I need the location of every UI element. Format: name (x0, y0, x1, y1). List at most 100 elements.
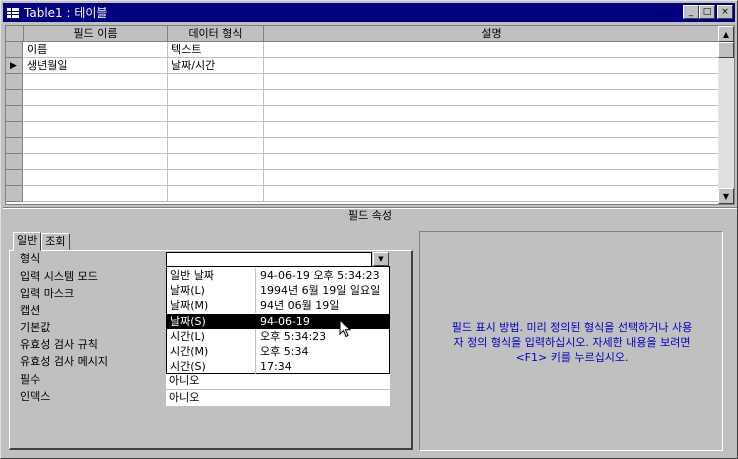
grid-vertical-scrollbar[interactable]: ▲ ▼ (718, 26, 734, 204)
column-divider (255, 298, 256, 314)
format-example: 1994년 6월 19일 일요일 (260, 284, 381, 298)
dropdown-option[interactable]: 날짜(M) 94년 06월 19일 (167, 298, 389, 314)
table-cell-name[interactable]: 생년월일 (24, 58, 168, 74)
table-cell-name[interactable] (24, 138, 168, 154)
field-properties-header: 필드 속성 (348, 209, 392, 222)
column-divider (255, 268, 256, 283)
table-cell-type[interactable] (168, 90, 264, 106)
table-cell-type[interactable]: 텍스트 (168, 42, 264, 58)
table-cell-type[interactable] (168, 122, 264, 138)
table-cell-type[interactable] (168, 106, 264, 122)
property-label: 형식 (20, 252, 41, 265)
column-divider (255, 313, 256, 329)
format-name: 날짜(S) (170, 314, 206, 328)
maximize-button[interactable]: □ (699, 5, 715, 19)
row-selector[interactable] (6, 42, 23, 58)
table-cell-name[interactable] (24, 106, 168, 122)
row-selector[interactable] (6, 170, 23, 186)
table-cell-type[interactable] (168, 138, 264, 154)
table-cell-desc[interactable] (264, 138, 720, 154)
dropdown-option[interactable]: 일반 날짜 94-06-19 오후 5:34:23 (167, 268, 389, 283)
format-name: 일반 날짜 (170, 269, 214, 282)
table-cell-name[interactable] (24, 122, 168, 138)
table-cell-type[interactable] (168, 74, 264, 90)
chevron-down-icon: ▼ (378, 255, 384, 263)
format-dropdown-button[interactable]: ▼ (373, 252, 389, 266)
table-cell-type[interactable] (168, 186, 264, 202)
row-selector[interactable] (6, 186, 23, 202)
minimize-icon: _ (688, 6, 694, 17)
format-example: 94년 06월 19일 (260, 299, 340, 313)
field-grid[interactable]: 필드 이름 데이터 형식 설명 이름 텍스트 ▶ 생년월일 날짜/시간 ▲ ▼ (5, 25, 735, 205)
property-label: 필수 (20, 373, 41, 386)
dropdown-option[interactable]: 날짜(L) 1994년 6월 19일 일요일 (167, 283, 389, 299)
table-cell-name[interactable] (24, 74, 168, 90)
scroll-up-button[interactable]: ▲ (718, 26, 734, 42)
format-example: 오후 5:34 (260, 345, 309, 358)
dropdown-option[interactable]: 시간(M) 오후 5:34 (167, 344, 389, 359)
row-selector[interactable] (6, 154, 23, 170)
row-selector[interactable] (6, 122, 23, 138)
table-cell-desc[interactable] (264, 106, 720, 122)
table-cell-desc[interactable] (264, 170, 720, 186)
format-name: 시간(M) (170, 345, 209, 358)
property-value-field[interactable]: 아니오 (166, 390, 390, 406)
format-name: 시간(L) (170, 329, 205, 343)
table-cell-name[interactable] (24, 170, 168, 186)
tab-lookup[interactable]: 조회 (41, 233, 70, 250)
column-header-field-name: 필드 이름 (24, 26, 168, 42)
dropdown-option[interactable]: 시간(L) 오후 5:34:23 (167, 328, 389, 344)
row-selector[interactable]: ▶ (6, 58, 23, 74)
scroll-thumb[interactable] (718, 42, 734, 58)
property-label: 캡션 (20, 304, 41, 317)
table-cell-desc[interactable] (264, 74, 720, 90)
table-cell-type[interactable] (168, 154, 264, 170)
property-tabs: 일반 조회 (13, 232, 70, 251)
column-divider (255, 283, 256, 299)
column-divider (255, 328, 256, 344)
help-text-line: 자 정의 형식을 입력하십시오. 자세한 내용을 보려면 (453, 336, 691, 349)
scroll-up-icon: ▲ (722, 29, 730, 39)
table-cell-desc[interactable] (264, 90, 720, 106)
title-bar[interactable]: Table1 : 테이블 _ □ × (3, 3, 735, 22)
table-cell-desc[interactable] (264, 58, 720, 74)
row-selector[interactable] (6, 106, 23, 122)
table-cell-desc[interactable] (264, 186, 720, 202)
tab-general[interactable]: 일반 (13, 232, 42, 251)
row-selector[interactable] (6, 74, 23, 90)
column-divider (255, 344, 256, 359)
property-label: 기본값 (20, 321, 51, 334)
table-cell-name[interactable] (24, 186, 168, 202)
format-name: 시간(S) (170, 360, 206, 374)
table-cell-name[interactable]: 이름 (24, 42, 168, 58)
scroll-down-icon: ▼ (722, 191, 730, 201)
format-example: 17:34 (260, 360, 292, 374)
property-value-field[interactable]: 아니오 (166, 373, 390, 389)
row-selector[interactable] (6, 90, 23, 106)
table-cell-name[interactable] (24, 154, 168, 170)
help-text: 필드 표시 방법. 미리 정의된 형식을 선택하거나 사용 자 정의 형식을 입… (426, 320, 718, 365)
maximize-icon: □ (702, 6, 712, 17)
format-dropdown-list[interactable]: 일반 날짜 94-06-19 오후 5:34:23 날짜(L) 1994년 6월 19… (166, 266, 390, 375)
mouse-cursor-icon (339, 319, 352, 338)
table-cell-type[interactable] (168, 170, 264, 186)
property-label: 입력 시스템 모드 (20, 270, 98, 283)
grid-corner (6, 26, 24, 42)
table-cell-name[interactable] (24, 90, 168, 106)
dropdown-option[interactable]: 날짜(S) 94-06-19 (167, 313, 389, 329)
close-icon: × (721, 6, 729, 17)
table-cell-desc[interactable] (264, 42, 720, 58)
table-cell-desc[interactable] (264, 154, 720, 170)
window-title: Table1 : 테이블 (24, 6, 108, 20)
dropdown-option[interactable]: 시간(S) 17:34 (167, 359, 389, 375)
close-button[interactable]: × (717, 5, 733, 19)
minimize-button[interactable]: _ (683, 5, 699, 19)
scroll-down-button[interactable]: ▼ (718, 188, 734, 204)
table-cell-type[interactable]: 날짜/시간 (168, 58, 264, 74)
table-cell-desc[interactable] (264, 122, 720, 138)
column-header-description: 설명 (264, 26, 720, 42)
help-text-line: 필드 표시 방법. 미리 정의된 형식을 선택하거나 사용 (451, 321, 693, 334)
column-header-data-type: 데이터 형식 (168, 26, 264, 42)
format-name: 날짜(M) (170, 299, 209, 313)
row-selector[interactable] (6, 138, 23, 154)
